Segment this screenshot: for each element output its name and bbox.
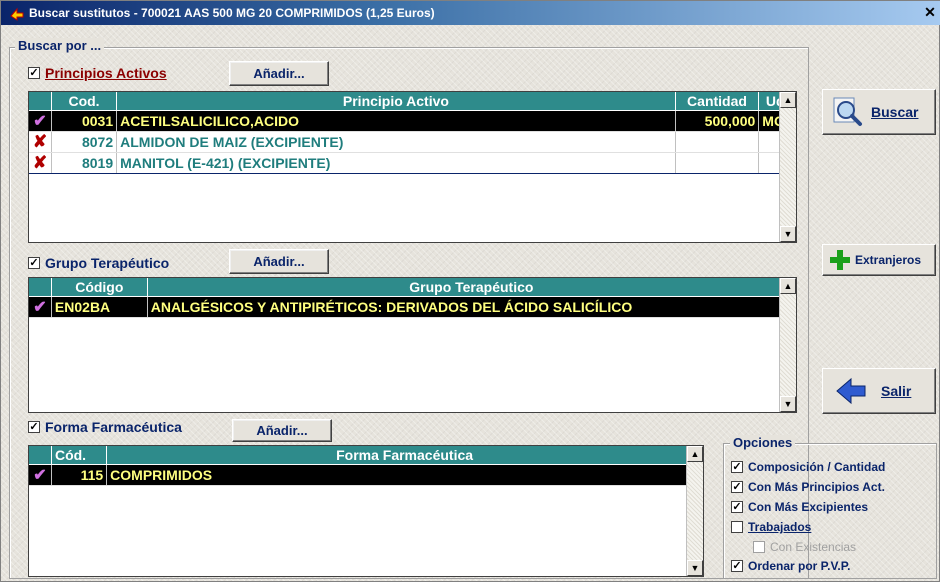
cell-grupo: ANALGÉSICOS Y ANTIPIRÉTICOS: DERIVADOS D… xyxy=(147,296,796,318)
principios-col-cantidad[interactable]: Cantidad xyxy=(675,92,760,111)
forma-header-row: Cód. Forma Farmacéutica xyxy=(29,446,703,465)
opt-composicion-label[interactable]: Composición / Cantidad xyxy=(748,460,885,474)
cell-cantidad: 500,000 xyxy=(675,110,760,132)
cell-cod: 115 xyxy=(51,464,108,486)
check-mark-icon[interactable]: ✔ xyxy=(33,467,46,484)
forma-col-forma[interactable]: Forma Farmacéutica xyxy=(106,446,703,465)
opt-mas-excipientes-checkbox[interactable]: ✓ xyxy=(731,501,743,513)
cell-principio: MANITOL (E-421) (EXCIPIENTE) xyxy=(116,152,676,174)
extranjeros-label: Extranjeros xyxy=(855,253,922,267)
opt-ordenar-pvp[interactable]: ✓ Ordenar por P.V.P. xyxy=(731,559,851,573)
scroll-up-icon[interactable]: ▲ xyxy=(780,278,796,294)
title-bar: Buscar sustitutos - 700021 AAS 500 MG 20… xyxy=(1,1,940,25)
cross-mark-icon[interactable]: ✘ xyxy=(33,153,47,172)
scroll-up-icon[interactable]: ▲ xyxy=(687,446,703,462)
close-icon[interactable]: ✕ xyxy=(921,3,939,21)
check-mark-icon[interactable]: ✔ xyxy=(33,113,46,130)
forma-col-indicator xyxy=(29,446,52,465)
grupo-add-button[interactable]: Añadir... xyxy=(229,249,329,274)
opt-mas-principios-label[interactable]: Con Más Principios Act. xyxy=(748,480,885,494)
principios-label[interactable]: Principios Activos xyxy=(45,65,167,81)
opt-existencias-checkbox xyxy=(753,541,765,553)
principios-header: ✓ Principios Activos xyxy=(28,65,167,81)
buscar-button[interactable]: Buscar xyxy=(822,89,936,135)
scroll-down-icon[interactable]: ▼ xyxy=(780,226,796,242)
opt-mas-excipientes[interactable]: ✓ Con Más Excipientes xyxy=(731,500,868,514)
opt-trabajados-label[interactable]: Trabajados xyxy=(748,520,811,534)
grupo-col-indicator xyxy=(29,278,52,297)
opt-trabajados[interactable]: Trabajados xyxy=(731,520,811,534)
grupo-header-row: Código Grupo Terapéutico xyxy=(29,278,796,297)
opt-existencias: Con Existencias xyxy=(753,540,856,554)
principios-col-principio[interactable]: Principio Activo xyxy=(116,92,676,111)
table-row[interactable]: ✔ EN02BA ANALGÉSICOS Y ANTIPIRÉTICOS: DE… xyxy=(29,296,796,318)
forma-checkbox[interactable]: ✓ xyxy=(28,421,40,433)
grupo-grid: Código Grupo Terapéutico ✔ EN02BA ANALGÉ… xyxy=(28,277,797,413)
grupo-col-grupo[interactable]: Grupo Terapéutico xyxy=(147,278,796,297)
app-icon xyxy=(9,5,25,21)
cell-codigo: EN02BA xyxy=(51,296,148,318)
principios-checkbox[interactable]: ✓ xyxy=(28,67,40,79)
table-row[interactable]: ✔ 0031 ACETILSALICILICO,ACIDO 500,000 MG xyxy=(29,110,796,132)
back-arrow-icon xyxy=(835,375,867,407)
cell-cod: 8019 xyxy=(51,152,118,174)
window-title: Buscar sustitutos - 700021 AAS 500 MG 20… xyxy=(29,6,435,20)
principios-scrollbar[interactable]: ▲ ▼ xyxy=(779,92,796,242)
cell-forma: COMPRIMIDOS xyxy=(106,464,703,486)
forma-header: ✓ Forma Farmacéutica xyxy=(28,419,182,435)
opt-composicion-checkbox[interactable]: ✓ xyxy=(731,461,743,473)
table-row[interactable]: ✘ 8072 ALMIDON DE MAIZ (EXCIPIENTE) xyxy=(29,131,796,153)
magnifier-icon xyxy=(833,97,863,127)
opciones-legend: Opciones xyxy=(730,435,796,450)
cell-cantidad xyxy=(675,131,760,153)
grupo-label[interactable]: Grupo Terapéutico xyxy=(45,255,169,271)
opt-mas-excipientes-label[interactable]: Con Más Excipientes xyxy=(748,500,868,514)
grupo-col-codigo[interactable]: Código xyxy=(51,278,148,297)
buscar-label: Buscar xyxy=(871,104,919,120)
opt-trabajados-checkbox[interactable] xyxy=(731,521,743,533)
opt-ordenar-pvp-checkbox[interactable]: ✓ xyxy=(731,560,743,572)
buscar-sustitutos-window: Buscar sustitutos - 700021 AAS 500 MG 20… xyxy=(0,0,940,582)
principios-header-row: Cod. Principio Activo Cantidad Ud. xyxy=(29,92,796,111)
grupo-checkbox[interactable]: ✓ xyxy=(28,257,40,269)
opt-mas-principios[interactable]: ✓ Con Más Principios Act. xyxy=(731,480,885,494)
opt-existencias-label: Con Existencias xyxy=(770,540,857,554)
principios-grid: Cod. Principio Activo Cantidad Ud. ✔ 003… xyxy=(28,91,797,243)
check-mark-icon[interactable]: ✔ xyxy=(33,299,46,316)
cross-mark-icon[interactable]: ✘ xyxy=(33,132,47,151)
principios-col-indicator xyxy=(29,92,52,111)
principios-col-cod[interactable]: Cod. xyxy=(51,92,118,111)
grupo-header: ✓ Grupo Terapéutico xyxy=(28,255,169,271)
cell-principio: ALMIDON DE MAIZ (EXCIPIENTE) xyxy=(116,131,676,153)
plus-icon xyxy=(829,249,851,271)
cell-cantidad xyxy=(675,152,760,174)
cell-cod: 8072 xyxy=(51,131,118,153)
cell-cod: 0031 xyxy=(51,110,118,132)
forma-add-button[interactable]: Añadir... xyxy=(232,419,332,442)
salir-button[interactable]: Salir xyxy=(822,368,936,414)
opt-composicion[interactable]: ✓ Composición / Cantidad xyxy=(731,460,885,474)
cell-principio: ACETILSALICILICO,ACIDO xyxy=(116,110,676,132)
scroll-down-icon[interactable]: ▼ xyxy=(687,560,703,576)
opt-mas-principios-checkbox[interactable]: ✓ xyxy=(731,481,743,493)
salir-label: Salir xyxy=(881,383,912,399)
table-row[interactable]: ✘ 8019 MANITOL (E-421) (EXCIPIENTE) xyxy=(29,152,796,174)
extranjeros-button[interactable]: Extranjeros xyxy=(822,244,936,276)
principios-add-button[interactable]: Añadir... xyxy=(229,61,329,86)
forma-scrollbar[interactable]: ▲ ▼ xyxy=(686,446,703,576)
forma-label[interactable]: Forma Farmacéutica xyxy=(45,419,182,435)
forma-grid: Cód. Forma Farmacéutica ✔ 115 COMPRIMIDO… xyxy=(28,445,704,577)
forma-col-cod[interactable]: Cód. xyxy=(51,446,108,465)
opt-ordenar-pvp-label[interactable]: Ordenar por P.V.P. xyxy=(748,559,851,573)
table-row[interactable]: ✔ 115 COMPRIMIDOS xyxy=(29,464,703,486)
scroll-down-icon[interactable]: ▼ xyxy=(780,396,796,412)
buscar-por-legend: Buscar por ... xyxy=(15,38,105,53)
scroll-up-icon[interactable]: ▲ xyxy=(780,92,796,108)
grupo-scrollbar[interactable]: ▲ ▼ xyxy=(779,278,796,412)
